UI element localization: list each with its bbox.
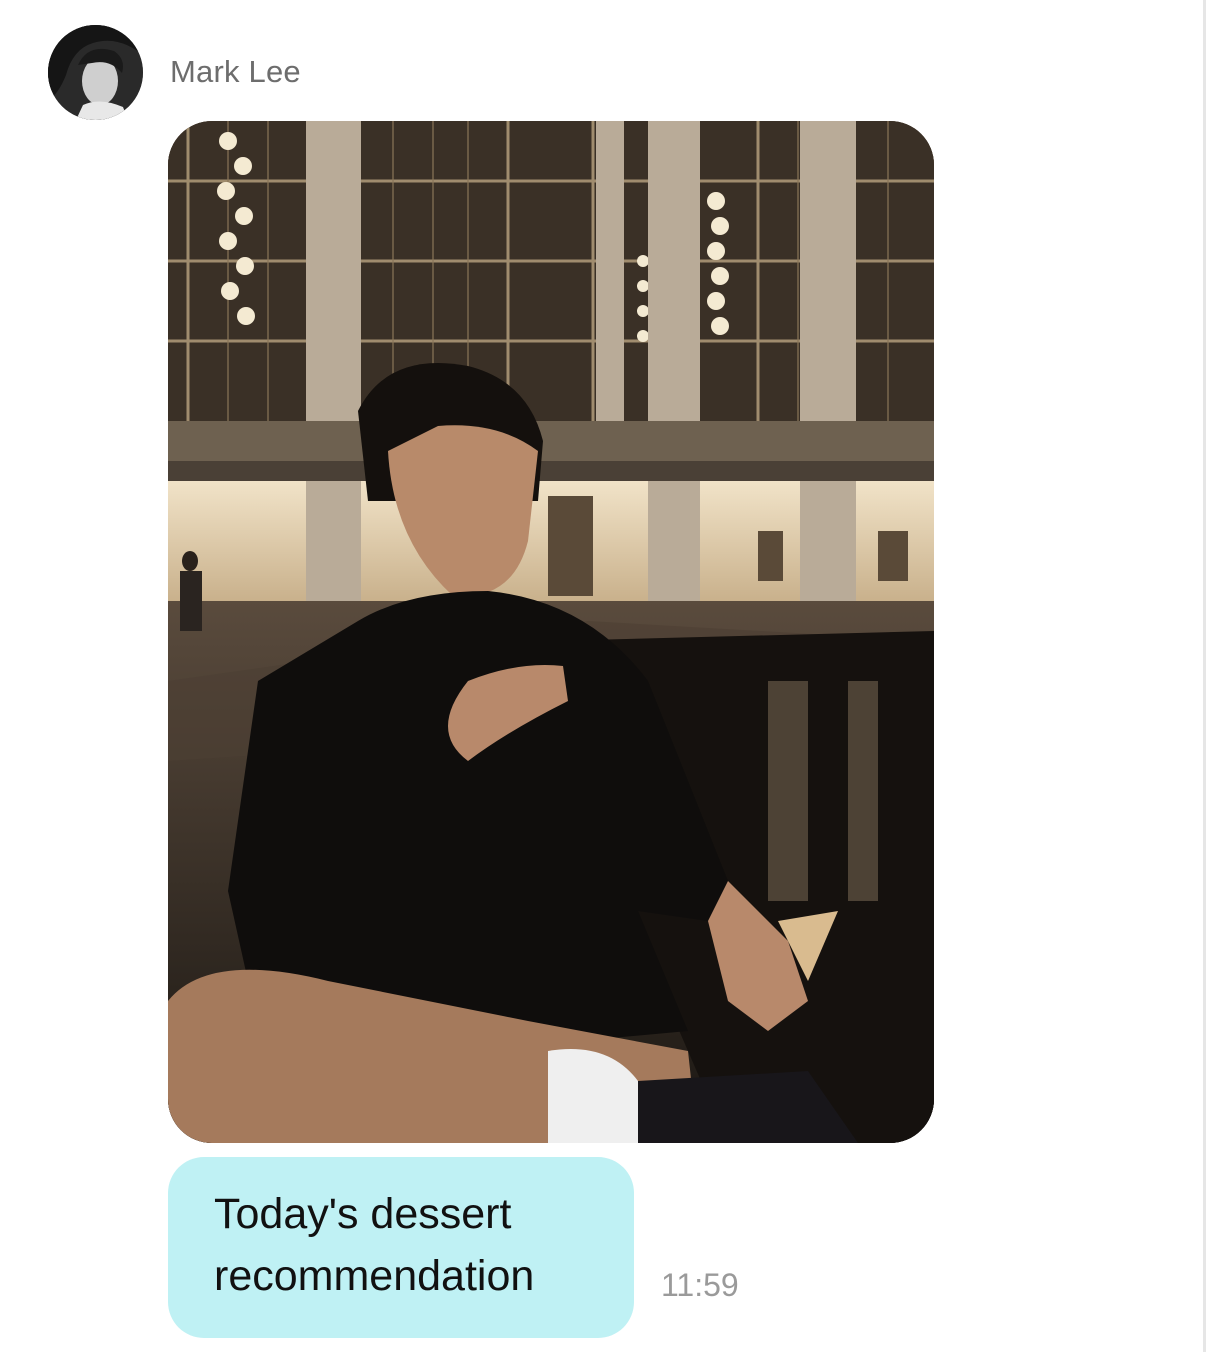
- profile-avatar-icon: [48, 25, 143, 120]
- message-text-line-2: recommendation: [214, 1252, 535, 1300]
- message-timestamp: 11:59: [661, 1267, 739, 1303]
- shared-photo[interactable]: [168, 121, 934, 1143]
- message-bubble[interactable]: Today's dessert recommendation: [168, 1157, 634, 1338]
- sender-avatar[interactable]: [48, 25, 143, 120]
- photo-image: [168, 121, 934, 1143]
- message-text-line-1: Today's dessert: [214, 1190, 512, 1238]
- sender-name[interactable]: Mark Lee: [170, 54, 301, 90]
